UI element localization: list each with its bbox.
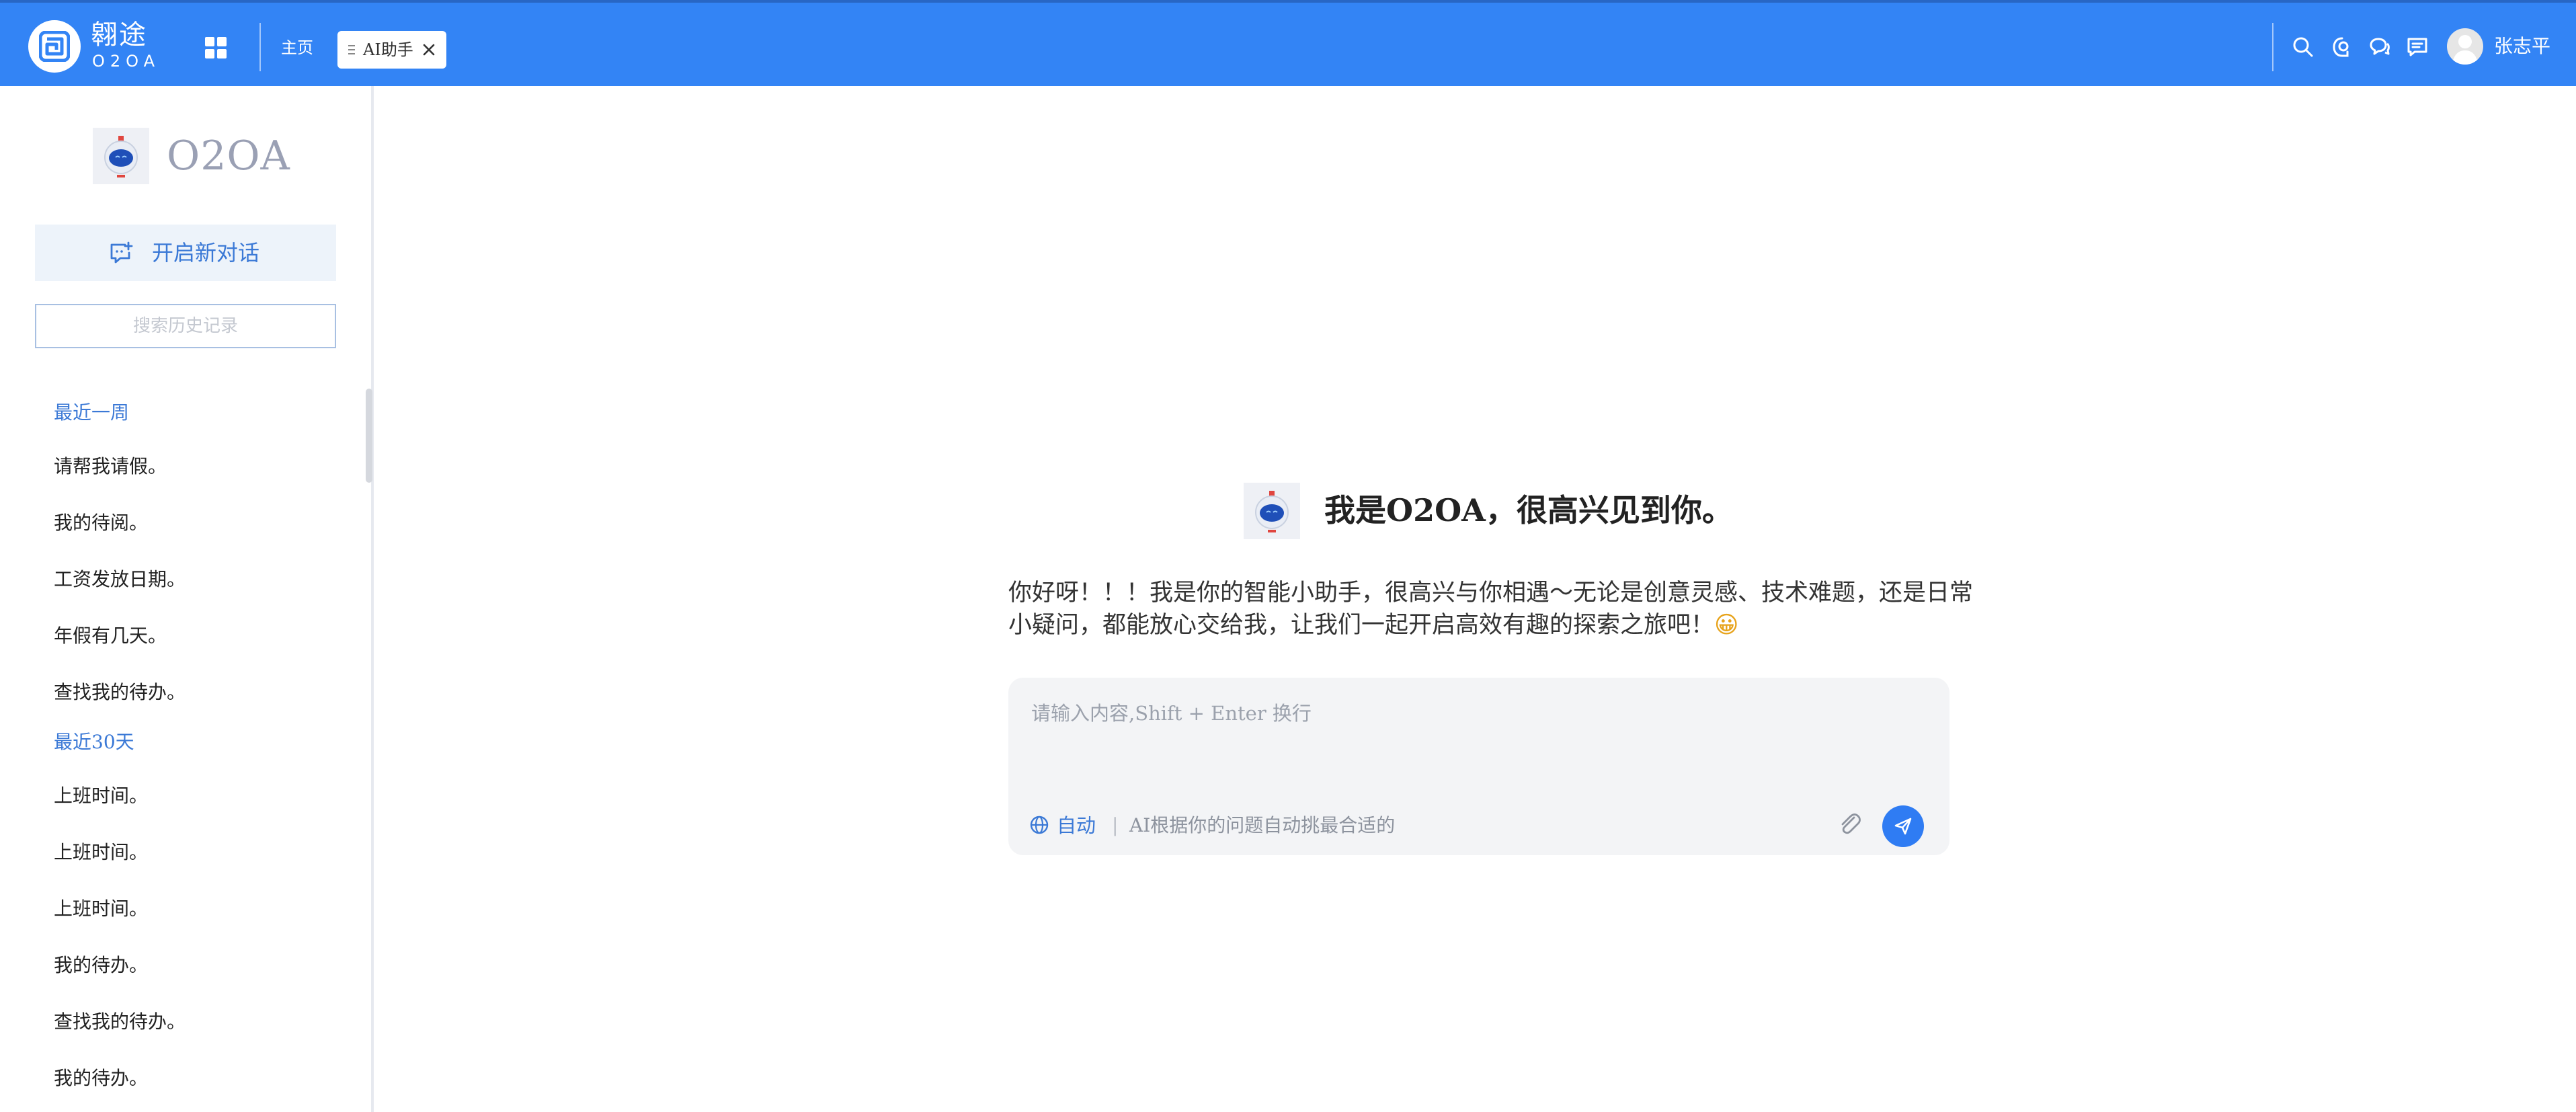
history-item[interactable]: 请帮我请假。 [54, 453, 167, 480]
chat-composer: 自动 | AI根据你的问题自动挑最合适的 [1008, 678, 1949, 855]
intro-message: 你好呀！！！我是你的智能小助手，很高兴与你相遇～无论是创意灵感、技术难题，还是日… [1008, 580, 1974, 639]
history-item[interactable]: 年假有几天。 [54, 623, 167, 649]
mode-separator: | [1112, 814, 1119, 836]
chat-input[interactable] [1031, 698, 1905, 745]
intro-text: 你好呀！！！我是你的智能小助手，很高兴与你相遇～无论是创意灵感、技术难题，还是日… [1008, 577, 1976, 641]
robot-icon [1244, 483, 1300, 539]
history-item[interactable]: 我的待阅。 [54, 510, 148, 537]
avatar[interactable] [2447, 28, 2483, 65]
message-icon[interactable] [2405, 35, 2429, 59]
smile-emoji-icon: 😀 [1714, 612, 1739, 639]
send-button[interactable] [1882, 805, 1924, 847]
mode-selector[interactable]: 自动 [1057, 812, 1096, 839]
history-item[interactable]: 上班时间。 [54, 783, 148, 809]
robot-icon [93, 128, 149, 184]
brand-logo-icon[interactable] [28, 20, 81, 73]
close-icon[interactable] [421, 42, 436, 57]
history-item[interactable]: 我的待办。 [54, 952, 148, 979]
chat-bubbles-icon[interactable] [2368, 35, 2392, 59]
history-item[interactable]: 我的待办。 [54, 1065, 148, 1092]
welcome-title: 我是O2OA，很高兴见到你。 [1324, 492, 1733, 528]
send-icon [1894, 818, 1912, 835]
brand-name-cn: 翱途 [91, 19, 147, 50]
nav-divider [259, 23, 261, 71]
history-item[interactable]: 工资发放日期。 [54, 566, 186, 593]
user-name[interactable]: 张志平 [2494, 34, 2550, 59]
search-icon[interactable] [2291, 35, 2315, 59]
toolbar-divider [2272, 23, 2273, 71]
top-bar: 翱途 O2OA 主页 AI助手 张志平 [0, 0, 2576, 86]
grid-icon[interactable] [204, 36, 227, 59]
attachment-icon[interactable] [1835, 809, 1865, 839]
robot-icon[interactable] [2330, 35, 2354, 59]
globe-icon[interactable] [1029, 814, 1050, 836]
history-group-label: 最近一周 [54, 401, 130, 424]
history-item[interactable]: 上班时间。 [54, 896, 148, 922]
sidebar-title: O2OA [167, 132, 290, 180]
chat-main: 我是O2OA，很高兴见到你。 你好呀！！！我是你的智能小助手，很高兴与你相遇～无… [376, 86, 2576, 1112]
new-chat-label: 开启新对话 [152, 240, 260, 266]
mode-description: AI根据你的问题自动挑最合适的 [1129, 814, 1396, 836]
tab-label: AI助手 [363, 40, 413, 59]
tab-ai-assistant[interactable]: AI助手 [337, 31, 446, 69]
brand-name-en: O2OA [92, 52, 161, 71]
history-item[interactable]: 上班时间。 [54, 839, 148, 866]
new-chat-button[interactable]: 开启新对话 [35, 225, 336, 281]
sidebar-scrollbar[interactable] [366, 389, 372, 483]
history-search-input[interactable] [35, 304, 336, 348]
new-chat-icon [110, 241, 133, 264]
history-item[interactable]: 查找我的待办。 [54, 1008, 186, 1035]
tab-menu-icon [348, 44, 355, 55]
history-group-label: 最近30天 [54, 731, 134, 753]
nav-home-link[interactable]: 主页 [281, 36, 313, 59]
sidebar: O2OA 开启新对话 最近一周 请帮我请假。 我的待阅。 工资发放日期。 年假有… [0, 86, 374, 1112]
history-item[interactable]: 查找我的待办。 [54, 679, 186, 706]
